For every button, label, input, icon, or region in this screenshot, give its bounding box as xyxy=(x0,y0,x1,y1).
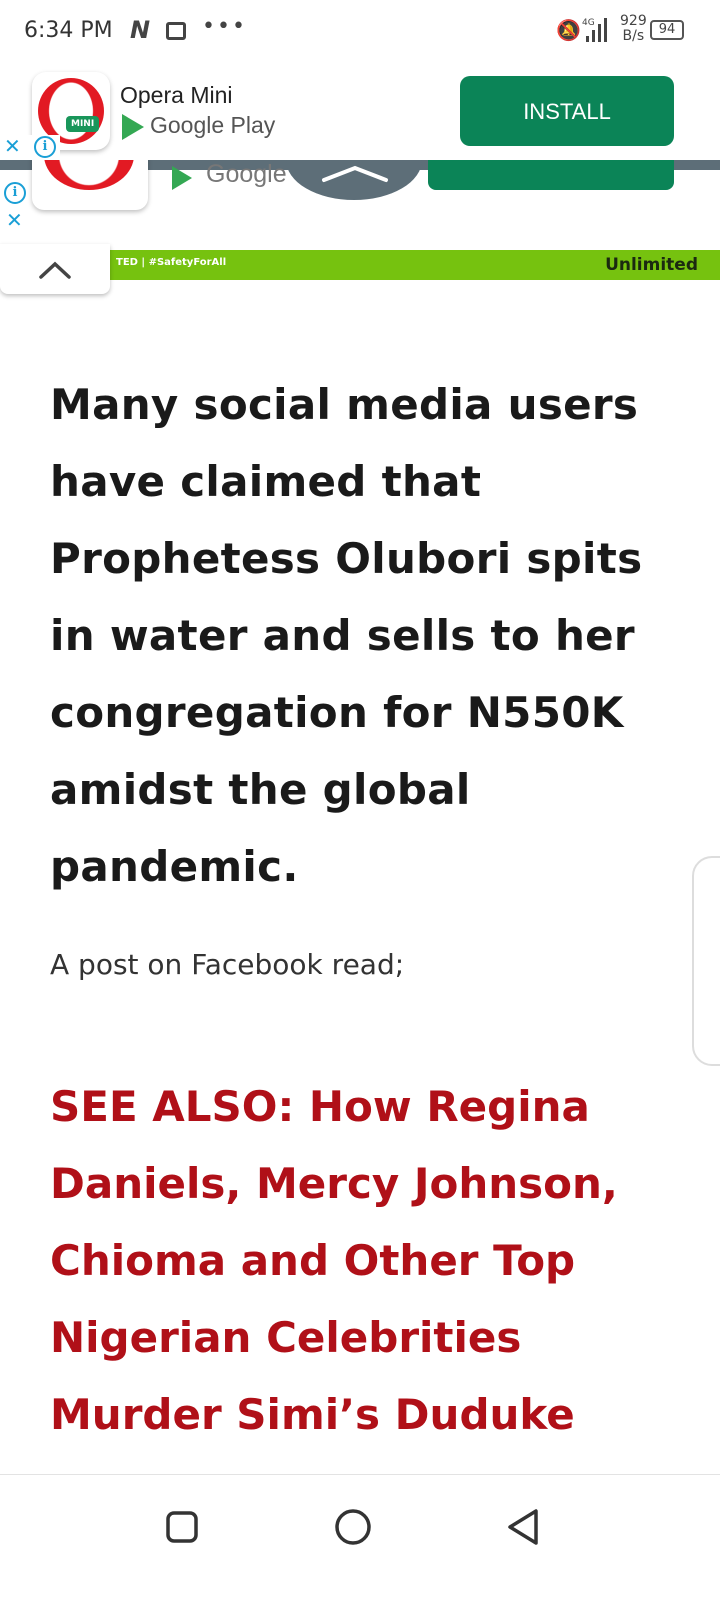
network-speed-unit: B/s xyxy=(622,28,645,44)
nav-home-icon[interactable] xyxy=(323,1497,383,1557)
ad2-store-name[interactable]: Google xyxy=(206,160,287,189)
ad-app-name[interactable]: Opera Mini xyxy=(120,82,232,109)
side-panel-handle[interactable] xyxy=(692,856,720,1066)
ad-banner[interactable]: MINI Opera Mini Google Play INSTALL xyxy=(0,62,720,162)
network-type-label: 4G xyxy=(582,18,595,28)
app-notification-icon: N xyxy=(130,16,151,44)
close-ad-icon[interactable]: ✕ xyxy=(4,134,21,158)
install-button[interactable]: INSTALL xyxy=(460,76,674,146)
opera-logo-icon-secondary xyxy=(44,160,134,190)
more-notifications-icon: ••• xyxy=(202,14,247,39)
status-time: 6:34 PM xyxy=(24,18,113,43)
news-notification-icon xyxy=(166,22,186,40)
nav-recent-icon[interactable] xyxy=(152,1497,212,1557)
article-body: Many social media users have claimed tha… xyxy=(50,366,650,905)
network-speed-value: 929 xyxy=(620,13,647,29)
bell-off-icon: 🔕 xyxy=(556,18,581,42)
opera-mini-app-icon-secondary[interactable] xyxy=(32,160,148,210)
network-speed: 929 B/s xyxy=(620,14,647,44)
status-bar: 6:34 PM N ••• 🔕 4G 929 B/s 94 xyxy=(0,0,720,62)
chevron-up-icon[interactable] xyxy=(320,164,390,184)
adchoices-info-icon[interactable]: i xyxy=(34,136,56,158)
close-ad-icon-secondary[interactable]: ✕ xyxy=(6,208,23,232)
signal-icon: 4G xyxy=(582,18,607,42)
promo-strip-tag: TED | #SafetyForAll xyxy=(116,257,227,268)
system-nav-bar xyxy=(0,1474,720,1601)
ad-store-name[interactable]: Google Play xyxy=(150,112,275,139)
mini-badge: MINI xyxy=(66,116,100,132)
article-intro: A post on Facebook read; xyxy=(50,948,405,981)
battery-level: 94 xyxy=(658,22,676,37)
battery-icon: 94 xyxy=(650,20,684,40)
collapse-ad-tab[interactable] xyxy=(0,244,110,294)
nav-back-icon[interactable] xyxy=(494,1497,554,1557)
google-play-icon-secondary xyxy=(172,166,192,190)
article-headline: Many social media users have claimed tha… xyxy=(50,380,643,891)
install-button-secondary[interactable] xyxy=(428,160,674,190)
ad-banner-secondary[interactable]: Google i ✕ xyxy=(0,160,720,242)
chevron-up-icon-tab xyxy=(39,261,71,279)
promo-strip-label: Unlimited xyxy=(605,255,698,275)
adchoices-secondary[interactable]: i ✕ xyxy=(0,178,30,238)
google-play-icon xyxy=(122,114,144,140)
see-also-link[interactable]: SEE ALSO: How Regina Daniels, Mercy John… xyxy=(50,1068,670,1476)
adchoices-info-icon-secondary[interactable]: i xyxy=(4,182,26,204)
promo-strip[interactable]: TED | #SafetyForAll Unlimited xyxy=(110,250,720,280)
adchoices-top[interactable]: ✕ i xyxy=(0,134,60,161)
